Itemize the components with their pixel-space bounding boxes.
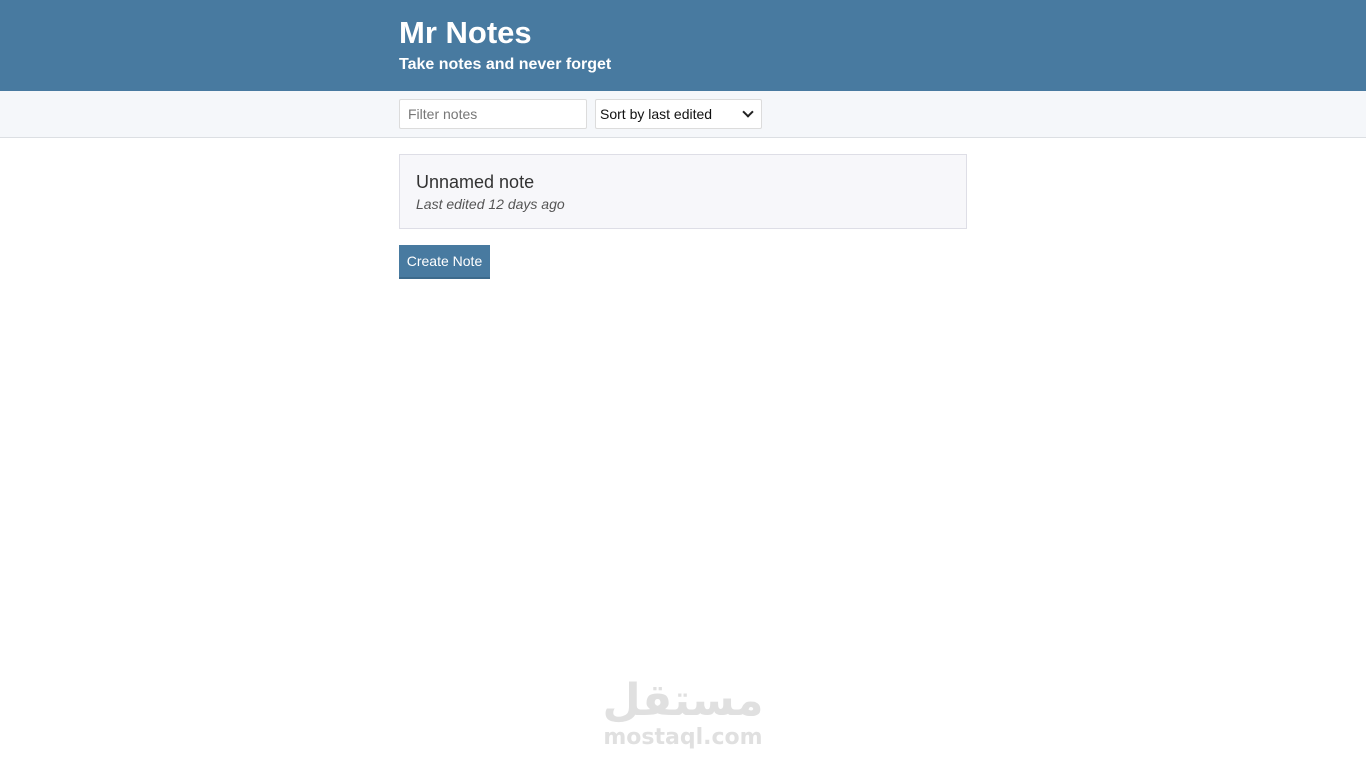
app-title: Mr Notes [399, 15, 532, 50]
note-title: Unnamed note [416, 172, 535, 192]
app-subtitle: Take notes and never forget [399, 56, 612, 73]
note-list-item[interactable]: Unnamed note Last edited 12 days ago [399, 154, 967, 229]
filter-notes-input[interactable] [399, 99, 587, 129]
watermark-latin-text: mostaql.com [603, 725, 763, 750]
note-last-edited: Last edited 12 days ago [416, 196, 565, 212]
sort-select-value: Sort by last edited [600, 106, 713, 122]
watermark-logo: مستقل mostaql.com [600, 676, 766, 750]
actions-bar: Sort by last edited [0, 91, 1366, 138]
create-note-button[interactable]: Create Note [399, 245, 490, 279]
chevron-down-icon [742, 106, 754, 118]
app-header: Mr Notes Take notes and never forget [0, 0, 1366, 91]
header-content: Mr Notes Take notes and never forget [399, 15, 611, 75]
watermark-arabic-text: مستقل [602, 675, 764, 726]
sort-select[interactable]: Sort by last edited [595, 99, 762, 129]
note-list: Unnamed note Last edited 12 days ago [399, 154, 967, 229]
